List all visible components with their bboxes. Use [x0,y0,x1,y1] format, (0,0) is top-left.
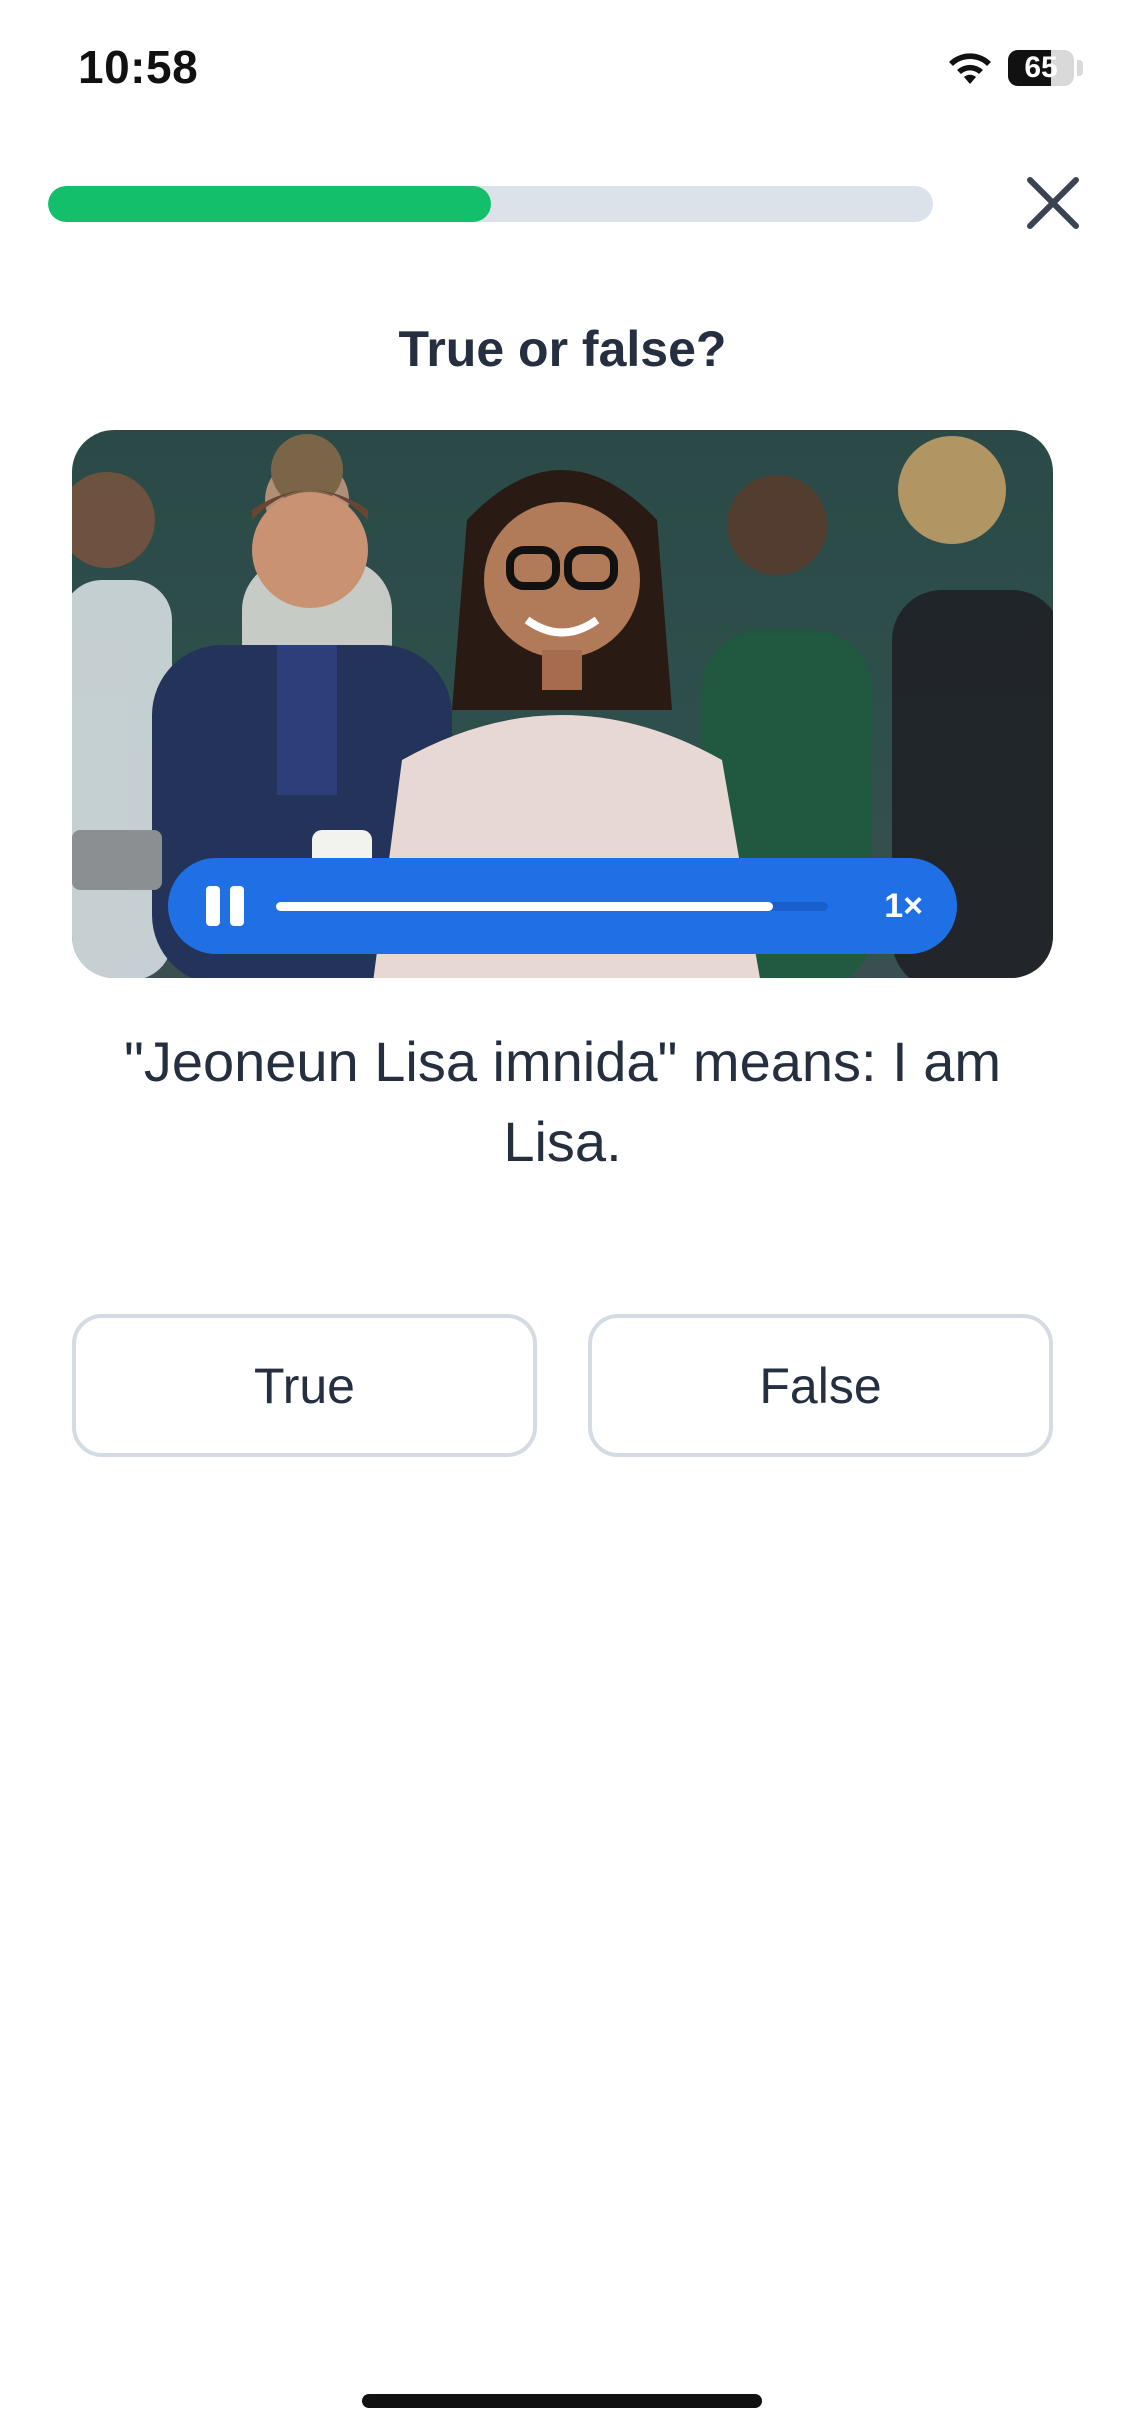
pause-icon [206,886,220,926]
question-title: True or false? [398,321,727,377]
wifi-icon [949,53,991,84]
false-option-button[interactable]: False [588,1314,1053,1457]
lesson-progress-bar [48,186,933,222]
pause-icon-bar [230,886,244,926]
audio-seek-fill [276,902,773,911]
battery-icon: 65 [1008,50,1074,86]
pause-button[interactable] [206,886,246,926]
close-icon [1027,177,1079,229]
audio-seek-bar[interactable] [276,902,828,911]
true-option-label: True [254,1357,355,1414]
close-button[interactable] [1020,170,1086,236]
lesson-screen: 10:58 65 True or false? 1× "Jeoneun Lisa… [0,0,1125,2436]
false-option-label: False [759,1357,882,1414]
lesson-progress-fill [48,186,491,222]
home-indicator[interactable] [362,2394,762,2408]
battery-level: 65 [1024,51,1058,84]
true-option-button[interactable]: True [72,1314,537,1457]
question-statement: "Jeoneun Lisa imnida" means: I am Lisa. [123,1030,1002,1173]
battery-cap [1077,60,1083,76]
status-time: 10:58 [78,41,199,93]
playback-speed-button[interactable]: 1× [884,880,923,932]
audio-player: 1× [168,858,957,954]
